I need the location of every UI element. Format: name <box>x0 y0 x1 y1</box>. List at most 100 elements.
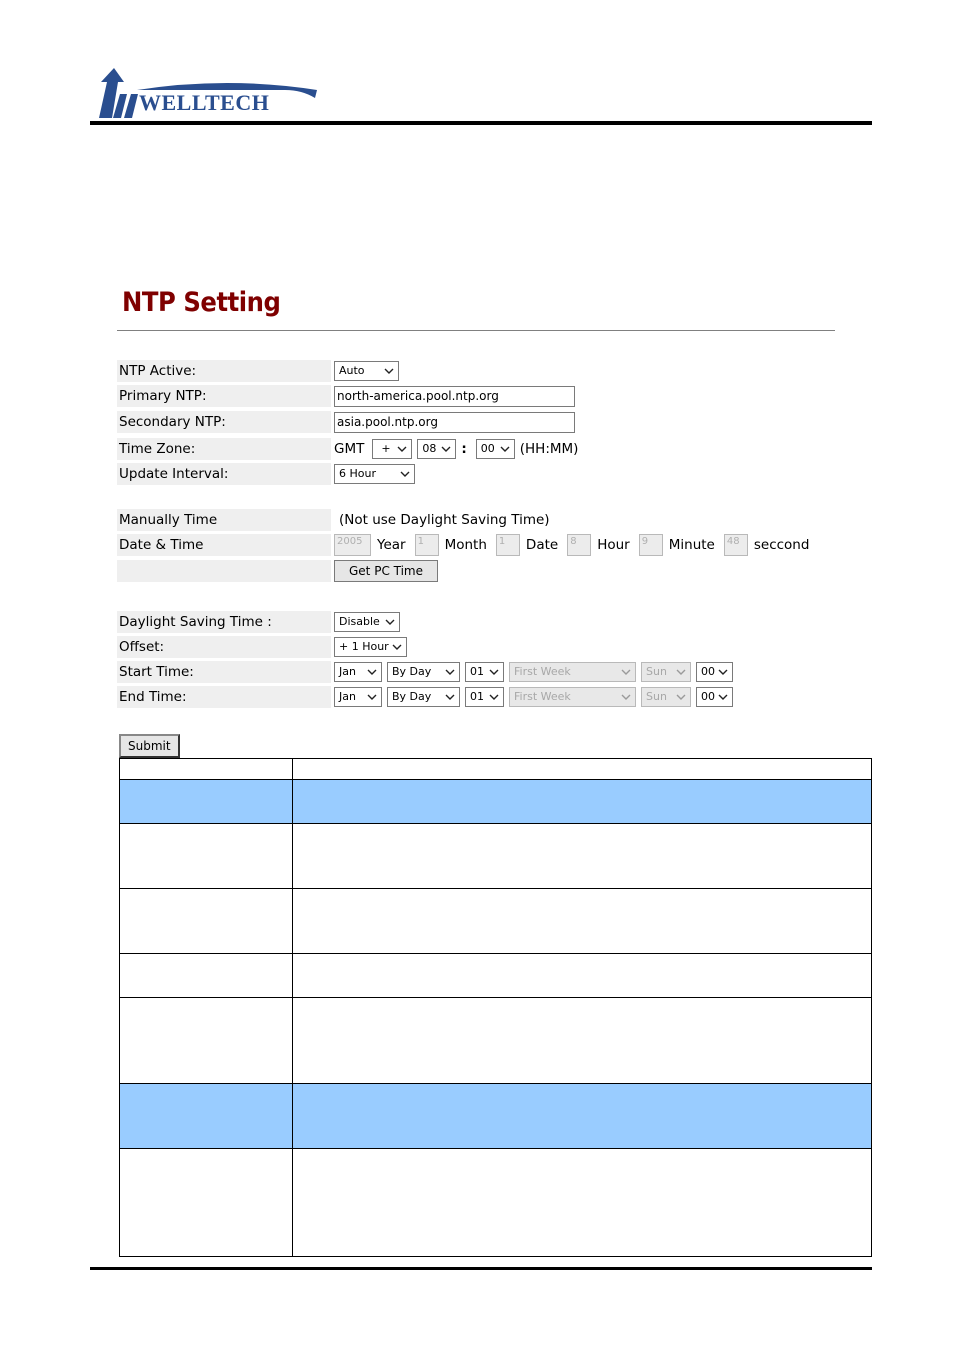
start-month-select[interactable]: Jan <box>334 662 382 682</box>
month-label: Month <box>444 537 487 553</box>
ntp-active-select[interactable]: Auto <box>334 361 399 381</box>
table-cell-description <box>292 823 872 889</box>
time-zone-label: Time Zone: <box>117 438 331 460</box>
end-week-select[interactable]: First Week <box>509 687 636 707</box>
table-cell-item <box>119 997 293 1084</box>
start-time-row: Start Time: Jan By Day 01 First Week Sun… <box>117 661 738 683</box>
manual-time-note: (Not use Daylight Saving Time) <box>339 512 550 528</box>
month-input[interactable]: 1 <box>414 534 439 556</box>
primary-ntp-label: Primary NTP: <box>117 385 331 407</box>
offset-label: Offset: <box>117 636 331 658</box>
tz-separator: : <box>461 441 467 457</box>
start-week-select[interactable]: First Week <box>509 662 636 682</box>
table-cell-item <box>119 888 293 954</box>
submit-button[interactable]: Submit <box>119 734 180 758</box>
chevron-down-icon <box>445 690 455 701</box>
table-row <box>119 823 872 889</box>
hour-label: Hour <box>597 537 630 553</box>
table-row <box>119 758 872 780</box>
table-cell-description <box>292 997 872 1084</box>
date-time-label: Date & Time <box>117 534 331 556</box>
table-cell-description <box>292 888 872 954</box>
hour-input[interactable]: 8 <box>567 534 592 556</box>
chevron-down-icon <box>367 665 377 676</box>
chevron-down-icon <box>385 615 395 626</box>
table-cell-item <box>119 953 293 998</box>
update-interval-label: Update Interval: <box>117 463 331 485</box>
chevron-down-icon <box>676 665 686 676</box>
gmt-label: GMT <box>334 441 365 457</box>
tz-sign-select[interactable]: + <box>372 439 413 459</box>
dst-row: Daylight Saving Time : Disable <box>117 611 405 633</box>
description-table <box>119 758 872 1257</box>
secondary-ntp-label: Secondary NTP: <box>117 411 331 433</box>
ntp-active-row: NTP Active: Auto <box>117 360 404 382</box>
offset-row: Offset: + 1 Hour <box>117 636 412 658</box>
page-title: NTP Setting <box>122 287 281 318</box>
dst-label: Daylight Saving Time : <box>117 611 331 633</box>
end-hour-select[interactable]: 00 <box>696 687 733 707</box>
date-label: Date <box>525 537 559 553</box>
chevron-down-icon <box>384 364 394 375</box>
chevron-down-icon <box>489 690 499 701</box>
primary-ntp-input[interactable]: north-america.pool.ntp.org <box>334 385 575 407</box>
primary-ntp-row: Primary NTP: north-america.pool.ntp.org <box>117 385 575 407</box>
get-pc-time-button[interactable]: Get PC Time <box>334 560 438 582</box>
manual-time-label: Manually Time <box>117 509 331 531</box>
tz-hours-select[interactable]: 08 <box>417 439 457 459</box>
year-input[interactable]: 2005 <box>334 534 371 556</box>
table-cell-description <box>292 1148 872 1257</box>
secondary-ntp-row: Secondary NTP: asia.pool.ntp.org <box>117 411 575 433</box>
table-cell-item <box>119 1083 293 1149</box>
end-time-label: End Time: <box>117 686 331 708</box>
end-month-select[interactable]: Jan <box>334 687 382 707</box>
start-weekday-select[interactable]: Sun <box>641 662 691 682</box>
table-cell-description <box>292 953 872 998</box>
minute-input[interactable]: 9 <box>638 534 663 556</box>
dst-select[interactable]: Disable <box>334 612 400 632</box>
chevron-down-icon <box>621 665 631 676</box>
second-input[interactable]: 48 <box>723 534 748 556</box>
chevron-down-icon <box>397 442 407 453</box>
start-type-select[interactable]: By Day <box>387 662 460 682</box>
end-type-select[interactable]: By Day <box>387 687 460 707</box>
table-row <box>119 779 872 824</box>
start-hour-select[interactable]: 00 <box>696 662 733 682</box>
chevron-down-icon <box>367 690 377 701</box>
start-time-label: Start Time: <box>117 661 331 683</box>
table-row <box>119 953 872 998</box>
chevron-down-icon <box>441 442 451 453</box>
start-day-select[interactable]: 01 <box>465 662 504 682</box>
date-input[interactable]: 1 <box>495 534 520 556</box>
table-cell-item <box>119 1148 293 1257</box>
table-row <box>119 888 872 954</box>
end-weekday-select[interactable]: Sun <box>641 687 691 707</box>
chevron-down-icon <box>718 665 728 676</box>
date-time-row: Date & Time 2005 Year 1 Month 1 Date 8 H… <box>117 534 818 556</box>
chevron-down-icon <box>500 442 510 453</box>
update-interval-row: Update Interval: 6 Hour <box>117 463 420 485</box>
header-divider <box>90 121 872 125</box>
secondary-ntp-input[interactable]: asia.pool.ntp.org <box>334 411 575 433</box>
footer-divider <box>90 1267 872 1270</box>
end-day-select[interactable]: 01 <box>465 687 504 707</box>
chevron-down-icon <box>400 467 410 478</box>
tz-minutes-select[interactable]: 00 <box>475 439 515 459</box>
table-cell-description <box>292 779 872 824</box>
chevron-down-icon <box>489 665 499 676</box>
table-row <box>119 997 872 1084</box>
title-divider <box>117 330 835 331</box>
second-label: seccond <box>753 537 810 553</box>
empty-label <box>117 560 331 582</box>
offset-select[interactable]: + 1 Hour <box>334 637 407 657</box>
manual-time-row: Manually Time (Not use Daylight Saving T… <box>117 509 550 531</box>
chevron-down-icon <box>676 690 686 701</box>
ntp-active-label: NTP Active: <box>117 360 331 382</box>
minute-label: Minute <box>668 537 715 553</box>
update-interval-select[interactable]: 6 Hour <box>334 464 415 484</box>
chevron-down-icon <box>392 640 402 651</box>
tz-format-hint: (HH:MM) <box>519 441 579 457</box>
chevron-down-icon <box>621 690 631 701</box>
table-cell-item <box>119 823 293 889</box>
table-cell-item <box>119 758 293 780</box>
